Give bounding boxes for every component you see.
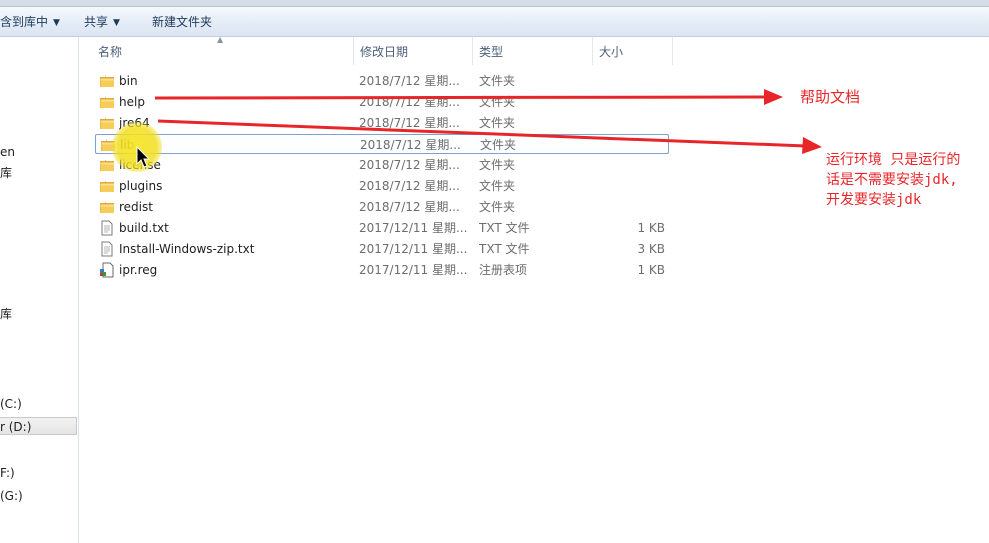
file-row-license[interactable]: license2018/7/12 星期...文件夹	[95, 155, 669, 175]
file-name: Install-Windows-zip.txt	[119, 242, 255, 256]
folder-icon	[99, 115, 115, 131]
file-type: 注册表项	[479, 263, 528, 277]
nav-item-drive-d[interactable]: r (D:)	[0, 417, 77, 435]
file-name: build.txt	[119, 221, 169, 235]
file-date: 2018/7/12 星期...	[359, 200, 460, 214]
file-row-bin[interactable]: bin 2018/7/12 星期... 文件夹	[95, 71, 669, 91]
new-folder-label: 新建文件夹	[152, 15, 213, 29]
nav-item-user[interactable]: en	[0, 143, 15, 161]
file-size	[590, 135, 666, 155]
folder-icon	[99, 199, 115, 215]
text-file-icon	[99, 241, 115, 257]
file-row-plugins[interactable]: plugins 2018/7/12 星期... 文件夹	[95, 176, 669, 196]
column-header: ▲ 名称 修改日期 类型 大小	[80, 35, 989, 65]
jre-annotation-line-1: 运行环境 只是运行的	[826, 152, 961, 168]
file-name: ipr.reg	[119, 263, 158, 277]
file-row-help[interactable]: help 2018/7/12 星期... 文件夹	[95, 92, 669, 112]
column-header-type[interactable]: 类型	[473, 37, 593, 65]
chevron-down-icon: ▼	[113, 18, 120, 28]
file-type: 文件夹	[479, 158, 516, 172]
registry-file-icon	[99, 262, 115, 278]
file-date: 2018/7/12 星期...	[360, 138, 461, 152]
folder-icon	[99, 94, 115, 110]
file-type: 文件夹	[479, 74, 516, 88]
file-row-ipr-reg[interactable]: ipr.reg 2017/12/11 星期... 注册表项 1 KB	[95, 260, 669, 280]
file-date: 2018/7/12 星期...	[359, 179, 460, 193]
file-type: 文件夹	[479, 116, 516, 130]
file-size	[589, 155, 665, 175]
file-date: 2017/12/11 星期...	[359, 221, 468, 235]
file-row-lib[interactable]: lib2018/7/12 星期...文件夹	[95, 134, 669, 154]
file-size: 3 KB	[637, 242, 665, 256]
file-row-build-txt[interactable]: build.txt 2017/12/11 星期... TXT 文件 1 KB	[95, 218, 669, 238]
file-date: 2017/12/11 星期...	[359, 263, 468, 277]
title-strip	[0, 0, 989, 7]
file-type: TXT 文件	[479, 221, 530, 235]
file-size: 1 KB	[637, 263, 665, 277]
command-toolbar: 含到库中 ▼ 共享 ▼ 新建文件夹	[0, 7, 989, 37]
file-date: 2017/12/11 星期...	[359, 242, 468, 256]
nav-item-drive-f[interactable]: F:)	[0, 464, 15, 482]
file-size	[589, 176, 665, 196]
file-row-install-windows-zip-txt[interactable]: Install-Windows-zip.txt 2017/12/11 星期... T…	[95, 239, 669, 259]
folder-icon	[99, 73, 115, 89]
file-name: redist	[119, 200, 153, 214]
jre-annotation: 运行环境 只是运行的 话是不需要安装jdk, 开发要安装jdk	[826, 150, 960, 210]
column-header-name[interactable]: 名称	[92, 37, 354, 65]
navigation-pane: en 库 库 (C:) r (D:) F:) (G:)	[0, 37, 79, 543]
mouse-pointer-icon	[136, 146, 151, 168]
include-in-library-button[interactable]: 含到库中 ▼	[0, 13, 60, 31]
file-size: 1 KB	[637, 221, 665, 235]
file-row-jre64[interactable]: jre642018/7/12 星期...文件夹	[95, 113, 669, 133]
file-list-pane: ▲ 名称 修改日期 类型 大小 bin 2018/7/12 星期... 文件夹 hel…	[80, 35, 989, 543]
text-file-icon	[99, 220, 115, 236]
file-type: 文件夹	[479, 200, 516, 214]
nav-item-drive-g[interactable]: (G:)	[0, 487, 23, 505]
file-type: 文件夹	[479, 179, 516, 193]
file-date: 2018/7/12 星期...	[359, 116, 460, 130]
column-header-date[interactable]: 修改日期	[354, 37, 473, 65]
file-size	[589, 197, 665, 217]
column-header-size[interactable]: 大小	[593, 37, 673, 65]
nav-item-library-1[interactable]: 库	[0, 164, 12, 182]
new-folder-button[interactable]: 新建文件夹	[152, 13, 212, 31]
file-date: 2018/7/12 星期...	[359, 158, 460, 172]
help-annotation: 帮助文档	[800, 88, 861, 106]
share-label: 共享	[84, 15, 109, 29]
folder-icon	[99, 178, 115, 194]
jre-annotation-line-2: 话是不需要安装jdk,	[826, 172, 958, 188]
file-name: plugins	[119, 179, 163, 193]
file-date: 2018/7/12 星期...	[359, 95, 460, 109]
file-name: help	[119, 95, 145, 109]
file-size	[589, 113, 665, 133]
nav-item-drive-c[interactable]: (C:)	[0, 395, 22, 413]
file-type: 文件夹	[480, 138, 517, 152]
file-size	[589, 92, 665, 112]
share-button[interactable]: 共享 ▼	[84, 13, 120, 31]
file-type: TXT 文件	[479, 242, 530, 256]
file-name: bin	[119, 74, 138, 88]
file-size	[589, 71, 665, 91]
chevron-down-icon: ▼	[53, 18, 60, 28]
nav-item-library-2[interactable]: 库	[0, 305, 12, 323]
file-row-redist[interactable]: redist 2018/7/12 星期... 文件夹	[95, 197, 669, 217]
jre-annotation-line-3: 开发要安装jdk	[826, 192, 922, 208]
include-in-library-label: 含到库中	[0, 15, 49, 29]
file-date: 2018/7/12 星期...	[359, 74, 460, 88]
file-type: 文件夹	[479, 95, 516, 109]
folder-icon	[99, 157, 115, 173]
